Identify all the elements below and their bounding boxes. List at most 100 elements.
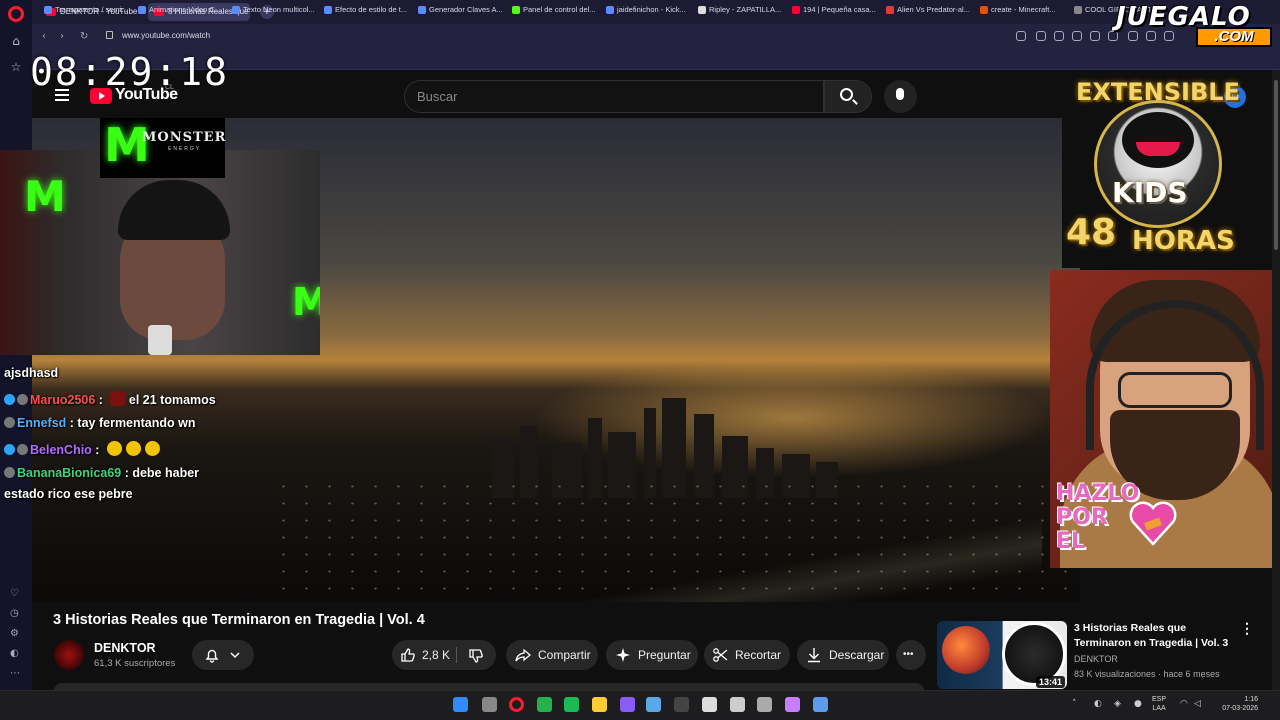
windows-start-icon[interactable] [453,697,468,712]
download-icon [808,648,820,663]
bookmark[interactable]: Animations Video C... [138,3,221,17]
streamer-microphone [148,325,172,355]
more-icon[interactable]: ⋯ [10,668,20,679]
chrome-icon[interactable] [757,697,772,712]
language-indicator[interactable]: ESP LAA [1152,695,1166,713]
heart-icon[interactable]: ♡ [10,588,19,599]
bookmark[interactable]: Texto Neon multicol... [232,3,315,17]
search-box [404,80,824,113]
snapshot-icon[interactable] [1036,31,1046,41]
bookmark[interactable]: Transparenta / semi... [44,3,128,17]
download-button[interactable]: Descargar [797,640,889,670]
share-button[interactable]: Compartir [506,640,598,670]
chat-username: BelenChio [30,443,92,457]
steam-icon[interactable] [646,697,661,712]
bookmark-icon [698,6,706,14]
clip-button[interactable]: Recortar [704,640,790,670]
ask-button[interactable]: Preguntar [606,640,698,670]
scrollbar-thumb[interactable] [1274,80,1278,250]
recommendation-title[interactable]: 3 Historias Reales que Terminaron en Tra… [1074,621,1234,651]
tray-app-icon[interactable]: ◐ [1094,699,1102,709]
stream-clock: 08:29:18 [30,50,230,94]
obs-icon[interactable] [674,697,689,712]
sub-badge-icon [4,394,15,405]
share-icon [515,648,531,662]
recommendation-channel[interactable]: DENKTOR [1074,654,1118,664]
bookmark[interactable]: Efecto de estilo de t... [324,3,407,17]
heart-icon [1129,501,1177,546]
kebab-menu-icon[interactable]: ⋮ [1240,620,1254,637]
file-explorer-icon[interactable] [592,697,607,712]
channel-avatar[interactable] [54,640,84,670]
heart-icon[interactable] [1108,31,1118,41]
bookmark[interactable]: Generador Claves A... [418,3,503,17]
bell-icon [205,649,219,663]
bookmark[interactable]: jaidefinichon - Kick... [606,3,686,17]
bookmark[interactable]: Alien Vs Predator-al... [886,3,970,17]
back-icon[interactable]: ‹ [42,31,46,42]
hazlo-text: HAZLO POR EL [1056,482,1139,554]
bookmark-icon [232,6,240,14]
home-icon[interactable]: ⌂ [7,32,25,50]
download-icon[interactable] [1128,31,1138,41]
steam-tray-icon[interactable]: ◈ [1114,699,1121,709]
notification-button[interactable] [192,640,254,670]
chat-message: ajsdhasd [4,366,58,380]
share-label: Compartir [538,648,591,662]
bookmark[interactable]: Panel de control del... [512,3,596,17]
monster-logo-icon: M [104,118,150,172]
bookmark[interactable]: Ripley - ZAPATILLA... [698,3,781,17]
bookmark-icon [512,6,520,14]
discord-icon[interactable] [620,697,635,712]
opera-logo-icon[interactable] [8,6,24,22]
bookmark-icon [44,6,52,14]
history-icon[interactable]: ◷ [10,608,19,619]
play-icon[interactable] [1090,31,1100,41]
forward-icon[interactable]: › [60,31,64,42]
chat-message: BelenChio : [4,441,160,457]
like-count: 2,8 K [422,648,451,662]
chat-message: Ennefsd : tay fermentando wn [4,416,196,430]
channel-name[interactable]: DENKTOR [94,641,156,655]
microphone-tray-icon[interactable]: ● [1134,699,1142,709]
volume-icon[interactable]: ◁ [1194,699,1201,709]
profile-icon[interactable] [1164,31,1174,41]
more-actions-button[interactable]: ••• [896,640,926,670]
notepad-icon[interactable] [813,697,828,712]
spotify-icon[interactable] [564,697,579,712]
chat-text: estado rico ese pebre [4,487,133,501]
system-clock[interactable]: 1:16 07-03-2026 [1208,695,1258,713]
hours-number: 48 [1066,212,1117,253]
bookmark[interactable]: 194 | Pequeña casa... [792,3,876,17]
url-field[interactable]: www.youtube.com/watch [122,31,210,40]
badge-icon [4,417,15,428]
wifi-icon[interactable]: ◠ [1180,699,1188,709]
thumbnail-balloon [942,626,990,674]
bulb-icon[interactable]: ◐ [10,648,19,659]
reload-icon[interactable]: ↻ [80,31,88,42]
windows-taskbar [0,690,1280,720]
capcut-icon[interactable] [702,697,717,712]
task-view-icon[interactable] [482,697,497,712]
camera-icon[interactable] [1054,31,1064,41]
extensions-icon[interactable] [1146,31,1156,41]
hazlo-line: POR [1056,505,1108,530]
search-input[interactable] [417,89,797,104]
search-icon[interactable] [1016,31,1026,41]
chevron-up-icon[interactable]: ˄ [1072,699,1077,709]
settings-icon[interactable]: ⚙ [10,628,19,639]
search-icon [840,88,853,101]
chat-text: tay fermentando wn [77,416,196,430]
app-icon[interactable] [785,697,800,712]
chat-text: debe haber [132,466,200,480]
shield-icon[interactable] [1072,31,1082,41]
star-icon[interactable]: ☆ [7,58,25,76]
opera-icon[interactable] [509,697,524,712]
xbox-icon[interactable] [537,697,552,712]
chat-username: BananaBionica69 [17,466,122,480]
bookmark[interactable]: create - Minecraft... [980,3,1056,17]
minecraft-icon[interactable] [730,697,745,712]
chat-message: BananaBionica69 : debe haber [4,466,199,480]
monster-logo-icon: M [24,172,66,221]
like-button[interactable]: 2,8 K [392,640,496,670]
